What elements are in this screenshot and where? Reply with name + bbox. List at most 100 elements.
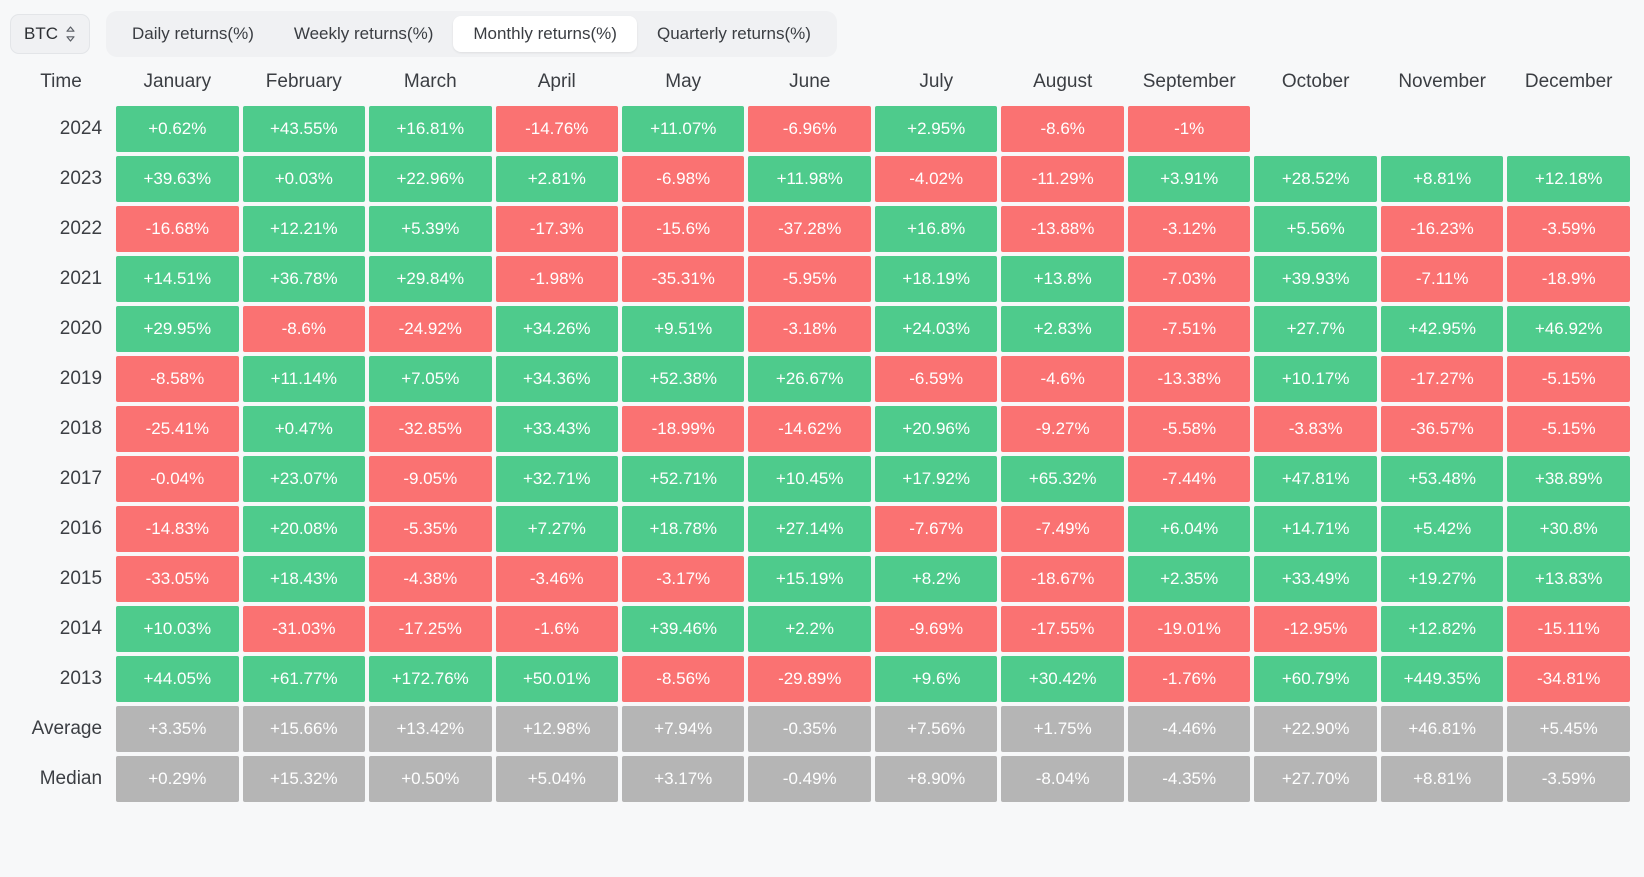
row-label-2015: 2015 xyxy=(59,568,103,589)
return-cell-positive: +33.43% xyxy=(495,406,618,452)
return-cell-negative: -8.56% xyxy=(622,656,745,702)
return-cell-positive: +39.63% xyxy=(116,156,239,202)
return-cell-positive: +5.56% xyxy=(1254,206,1377,252)
table-row: 2016 -14.83% +20.08% -5.35% +7.27% +18.78% +27… xyxy=(10,506,1630,552)
summary-cell: +8.81% xyxy=(1380,756,1504,802)
return-cell-negative: -17.27% xyxy=(1380,356,1504,402)
symbol-selector-label: BTC xyxy=(24,24,58,43)
column-header-december: December xyxy=(1524,71,1613,92)
return-cell-negative: -17.25% xyxy=(369,606,492,652)
return-cell-negative: -9.27% xyxy=(1001,406,1124,452)
return-cell-negative: -6.98% xyxy=(622,156,745,202)
summary-cell: -4.35% xyxy=(1127,756,1251,802)
return-cell-positive: +11.98% xyxy=(748,156,871,202)
table-row: Median +0.29% +15.32% +0.50% +5.04% +3.17% -0.… xyxy=(10,756,1630,802)
summary-cell: -3.59% xyxy=(1507,756,1630,802)
return-cell-positive: +15.19% xyxy=(748,556,871,602)
return-cell-positive: +29.95% xyxy=(116,306,239,352)
return-cell-negative: -1.76% xyxy=(1127,656,1251,702)
return-cell-negative: -1.98% xyxy=(495,256,618,302)
column-header-time: Time xyxy=(40,71,82,92)
return-cell-positive: +10.03% xyxy=(116,606,239,652)
return-cell-negative: -35.31% xyxy=(622,256,745,302)
return-cell-empty xyxy=(1507,106,1630,152)
table-row: 2013 +44.05% +61.77% +172.76% +50.01% -8.56% -… xyxy=(10,656,1630,702)
return-cell-negative: -4.6% xyxy=(1001,356,1124,402)
tab-quarterly-returns[interactable]: Quarterly returns(%) xyxy=(637,16,831,52)
return-cell-positive: +12.82% xyxy=(1380,606,1504,652)
return-cell-positive: +39.46% xyxy=(622,606,745,652)
return-cell-positive: +2.83% xyxy=(1001,306,1124,352)
summary-cell: +8.90% xyxy=(874,756,998,802)
summary-cell: -4.46% xyxy=(1127,706,1251,752)
column-header-june: June xyxy=(789,71,831,92)
table-row: 2017 -0.04% +23.07% -9.05% +32.71% +52.71% +10… xyxy=(10,456,1630,502)
return-cell-positive: +2.95% xyxy=(874,106,998,152)
row-label-2018: 2018 xyxy=(59,418,103,439)
return-cell-negative: -34.81% xyxy=(1507,656,1630,702)
return-cell-positive: +30.42% xyxy=(1001,656,1124,702)
return-cell-negative: -7.03% xyxy=(1127,256,1251,302)
return-cell-positive: +18.78% xyxy=(622,506,745,552)
returns-table-container: Time January February March April May June July… xyxy=(0,58,1644,806)
period-tabs: Daily returns(%) Weekly returns(%) Month… xyxy=(106,11,837,57)
return-cell-negative: -6.96% xyxy=(748,106,871,152)
summary-cell: +7.94% xyxy=(622,706,745,752)
return-cell-positive: +47.81% xyxy=(1254,456,1377,502)
return-cell-negative: -7.49% xyxy=(1001,506,1124,552)
return-cell-positive: +13.83% xyxy=(1507,556,1630,602)
summary-cell: +0.29% xyxy=(116,756,239,802)
return-cell-negative: -5.35% xyxy=(369,506,492,552)
return-cell-positive: +50.01% xyxy=(495,656,618,702)
symbol-selector[interactable]: BTC xyxy=(10,14,90,54)
return-cell-negative: -17.3% xyxy=(495,206,618,252)
return-cell-negative: -19.01% xyxy=(1127,606,1251,652)
return-cell-positive: +36.78% xyxy=(242,256,366,302)
table-row: 2022 -16.68% +12.21% +5.39% -17.3% -15.6% -37.… xyxy=(10,206,1630,252)
row-label-2023: 2023 xyxy=(59,168,103,189)
return-cell-positive: +52.71% xyxy=(622,456,745,502)
column-header-november: November xyxy=(1398,71,1486,92)
column-header-january: January xyxy=(143,71,212,92)
return-cell-negative: -31.03% xyxy=(242,606,366,652)
return-cell-negative: -18.99% xyxy=(622,406,745,452)
chevron-up-down-icon xyxy=(65,25,76,43)
return-cell-positive: +18.43% xyxy=(242,556,366,602)
return-cell-negative: -8.58% xyxy=(116,356,239,402)
return-cell-negative: -8.6% xyxy=(1001,106,1124,152)
return-cell-positive: +0.03% xyxy=(242,156,366,202)
return-cell-positive: +9.51% xyxy=(622,306,745,352)
return-cell-negative: -16.23% xyxy=(1380,206,1504,252)
table-row: 2021 +14.51% +36.78% +29.84% -1.98% -35.31% -5… xyxy=(10,256,1630,302)
table-body: 2024 +0.62% +43.55% +16.81% -14.76% +11.07% -6… xyxy=(10,106,1630,802)
return-cell-positive: +16.8% xyxy=(874,206,998,252)
row-label-average: Average xyxy=(31,718,103,739)
row-label-2016: 2016 xyxy=(59,518,103,539)
return-cell-negative: -32.85% xyxy=(369,406,492,452)
return-cell-negative: -5.58% xyxy=(1127,406,1251,452)
return-cell-positive: +42.95% xyxy=(1380,306,1504,352)
return-cell-positive: +8.2% xyxy=(874,556,998,602)
table-row: 2024 +0.62% +43.55% +16.81% -14.76% +11.07% -6… xyxy=(10,106,1630,152)
return-cell-negative: -7.44% xyxy=(1127,456,1251,502)
return-cell-positive: +5.42% xyxy=(1380,506,1504,552)
return-cell-positive: +61.77% xyxy=(242,656,366,702)
tab-weekly-returns[interactable]: Weekly returns(%) xyxy=(274,16,454,52)
summary-cell: -0.49% xyxy=(748,756,871,802)
return-cell-positive: +0.62% xyxy=(116,106,239,152)
return-cell-negative: -1% xyxy=(1127,106,1251,152)
table-row: 2019 -8.58% +11.14% +7.05% +34.36% +52.38% +26… xyxy=(10,356,1630,402)
return-cell-negative: -8.6% xyxy=(242,306,366,352)
return-cell-positive: +43.55% xyxy=(242,106,366,152)
return-cell-negative: -14.83% xyxy=(116,506,239,552)
return-cell-positive: +5.39% xyxy=(369,206,492,252)
tab-daily-returns[interactable]: Daily returns(%) xyxy=(112,16,274,52)
return-cell-negative: -12.95% xyxy=(1254,606,1377,652)
column-header-may: May xyxy=(665,71,702,92)
return-cell-negative: -3.12% xyxy=(1127,206,1251,252)
return-cell-negative: -24.92% xyxy=(369,306,492,352)
return-cell-positive: +32.71% xyxy=(495,456,618,502)
tab-monthly-returns[interactable]: Monthly returns(%) xyxy=(453,16,637,52)
return-cell-negative: -33.05% xyxy=(116,556,239,602)
return-cell-positive: +22.96% xyxy=(369,156,492,202)
